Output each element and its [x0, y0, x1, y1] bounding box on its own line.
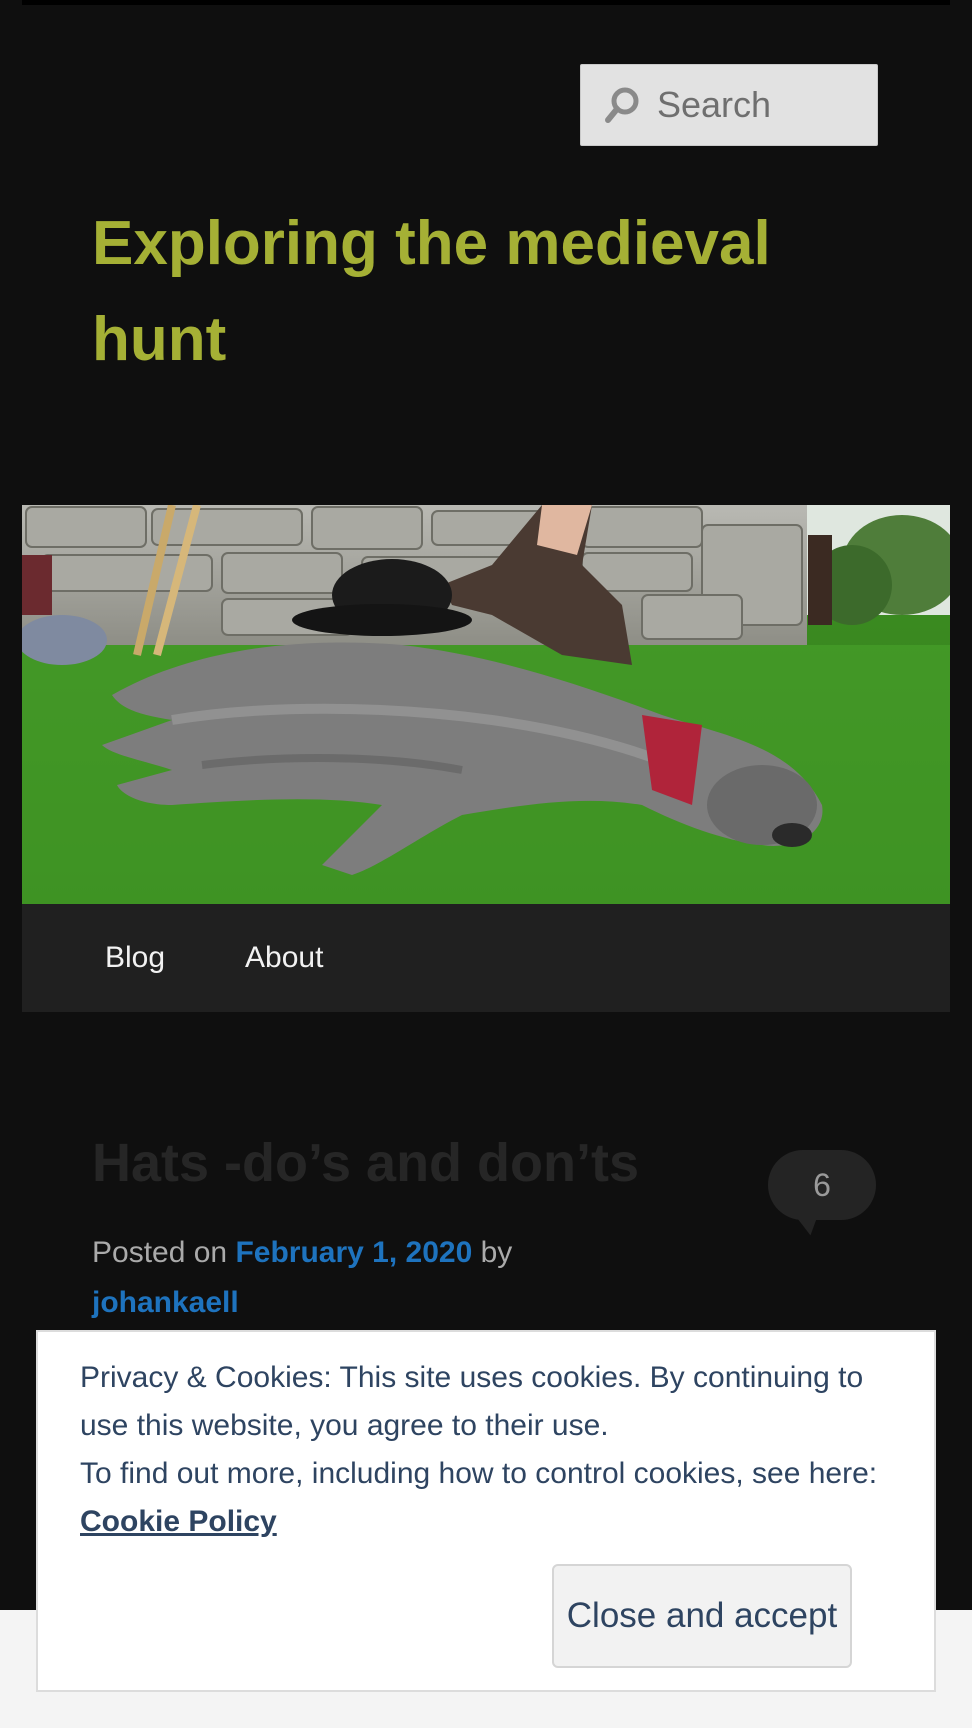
cookie-policy-link[interactable]: Cookie Policy — [80, 1505, 277, 1538]
search-box[interactable]: Search — [580, 64, 878, 146]
nav-item-blog[interactable]: Blog — [105, 941, 165, 975]
cookie-notice-line1: Privacy & Cookies: This site uses cookie… — [80, 1361, 864, 1442]
post-date-link[interactable]: February 1, 2020 — [235, 1236, 472, 1269]
comment-bubble-icon[interactable]: 6 — [768, 1150, 876, 1236]
post-meta: Posted on February 1, 2020 by johankaell — [92, 1228, 792, 1328]
posted-on-label: Posted on — [92, 1236, 228, 1269]
cookie-notice-text: Privacy & Cookies: This site uses cookie… — [80, 1354, 890, 1546]
author-link[interactable]: johankaell — [92, 1286, 239, 1319]
cookie-notice: Privacy & Cookies: This site uses cookie… — [36, 1330, 936, 1692]
cookie-notice-line2: To find out more, including how to contr… — [80, 1457, 878, 1490]
comment-count[interactable]: 6 — [768, 1150, 876, 1220]
post-title[interactable]: Hats -do’s and don’ts — [92, 1132, 639, 1194]
by-label: by — [480, 1236, 513, 1269]
search-input[interactable]: Search — [657, 84, 771, 126]
top-rule — [22, 0, 950, 5]
dog-on-grass-photo — [22, 505, 950, 904]
search-icon — [605, 87, 639, 123]
nav-item-about[interactable]: About — [245, 941, 323, 975]
site-title[interactable]: Exploring the medieval hunt — [92, 196, 872, 388]
main-navigation: Blog About — [22, 904, 950, 1012]
header-banner-image — [22, 505, 950, 904]
close-and-accept-button[interactable]: Close and accept — [552, 1564, 852, 1668]
